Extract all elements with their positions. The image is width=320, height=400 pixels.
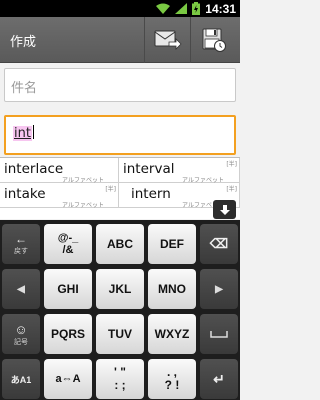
status-time: 14:31: [205, 1, 236, 16]
candidate-word: intern: [131, 186, 171, 202]
smiley-icon: ☺: [14, 321, 28, 337]
case-toggle-key[interactable]: a⇔A: [44, 359, 92, 399]
wxyz-key-label: WXYZ: [154, 327, 190, 341]
subject-input[interactable]: 件名: [4, 68, 236, 102]
candidate-word: intake: [4, 186, 46, 202]
pqrs-key-label: PQRS: [50, 327, 85, 341]
punctuation-key[interactable]: . , ? !: [148, 359, 196, 399]
software-keyboard: ← 戻す @-_ /& ABC DEF ⌫ ◀ GHI JKL MNO ▶ ☺ …: [0, 220, 240, 400]
symbol-key[interactable]: @-_ /&: [44, 224, 92, 264]
arrow-down-icon: [219, 204, 230, 215]
subject-placeholder: 件名: [11, 81, 38, 96]
input-mode-key[interactable]: あA1: [2, 359, 40, 399]
tuv-key-label: TUV: [108, 327, 132, 341]
emoji-symbol-key-label: 記号: [14, 338, 28, 346]
space-icon: [210, 331, 228, 338]
emoji-symbol-key[interactable]: ☺ 記号: [2, 314, 40, 354]
battery-charging-icon: [192, 2, 201, 15]
input-mode-key-label: あA1: [10, 374, 32, 385]
pqrs-key[interactable]: PQRS: [44, 314, 92, 354]
mno-key-label: MNO: [158, 282, 186, 296]
send-icon: [154, 30, 182, 50]
composing-text: int: [13, 126, 32, 141]
ghi-key-label: GHI: [57, 282, 79, 296]
undo-arrow-icon: ←: [15, 232, 27, 246]
arrow-left-icon: ◀: [17, 283, 25, 295]
candidate-type-label: アルファベット: [182, 177, 224, 184]
def-key[interactable]: DEF: [148, 224, 196, 264]
quote-key[interactable]: ' " : ;: [96, 359, 144, 399]
send-button[interactable]: [144, 17, 190, 63]
candidate-word: interlace: [4, 161, 64, 177]
candidate-type-label: アルファベット: [62, 202, 104, 209]
mno-key[interactable]: MNO: [148, 269, 196, 309]
arrow-right-icon: ▶: [215, 283, 223, 295]
candidate-tag: [半]: [226, 186, 237, 193]
space-key[interactable]: [200, 314, 238, 354]
symbol-key-label: @-_ /&: [57, 232, 79, 256]
undo-key[interactable]: ← 戻す: [2, 224, 40, 264]
candidate-word: interval: [123, 161, 175, 177]
jkl-key-label: JKL: [108, 282, 132, 296]
undo-key-label: 戻す: [14, 248, 28, 255]
wifi-icon: [156, 3, 171, 14]
candidate-tag: [半]: [226, 161, 237, 168]
text-cursor: [32, 125, 34, 139]
def-key-label: DEF: [160, 237, 184, 251]
candidate-type-label: アルファベット: [62, 177, 104, 184]
abc-key[interactable]: ABC: [96, 224, 144, 264]
enter-icon: ↵: [213, 370, 225, 387]
quote-key-label: ' " : ;: [114, 365, 126, 392]
signal-icon: [175, 3, 188, 14]
tuv-key[interactable]: TUV: [96, 314, 144, 354]
page-title: 作成: [10, 35, 37, 50]
body-input[interactable]: int: [4, 115, 236, 155]
candidate-list: interlace interval [半] intake [半] intern…: [0, 157, 240, 219]
save-button[interactable]: [190, 17, 236, 63]
abc-key-label: ABC: [107, 237, 133, 251]
status-bar: 14:31: [0, 0, 240, 17]
candidate-tag: [半]: [105, 186, 116, 193]
cursor-right-key[interactable]: ▶: [200, 269, 238, 309]
ghi-key[interactable]: GHI: [44, 269, 92, 309]
save-icon: [202, 28, 226, 52]
case-toggle-key-label: a⇔A: [55, 373, 81, 385]
punctuation-key-label: . , ? !: [164, 365, 180, 392]
backspace-icon: ⌫: [209, 236, 229, 251]
wxyz-key[interactable]: WXYZ: [148, 314, 196, 354]
action-bar: 作成: [0, 17, 240, 63]
collapse-candidates-button[interactable]: [213, 200, 236, 219]
jkl-key[interactable]: JKL: [96, 269, 144, 309]
cursor-left-key[interactable]: ◀: [2, 269, 40, 309]
enter-key[interactable]: ↵: [200, 359, 238, 399]
backspace-key[interactable]: ⌫: [200, 224, 238, 264]
compose-form: 件名 int: [0, 63, 240, 157]
